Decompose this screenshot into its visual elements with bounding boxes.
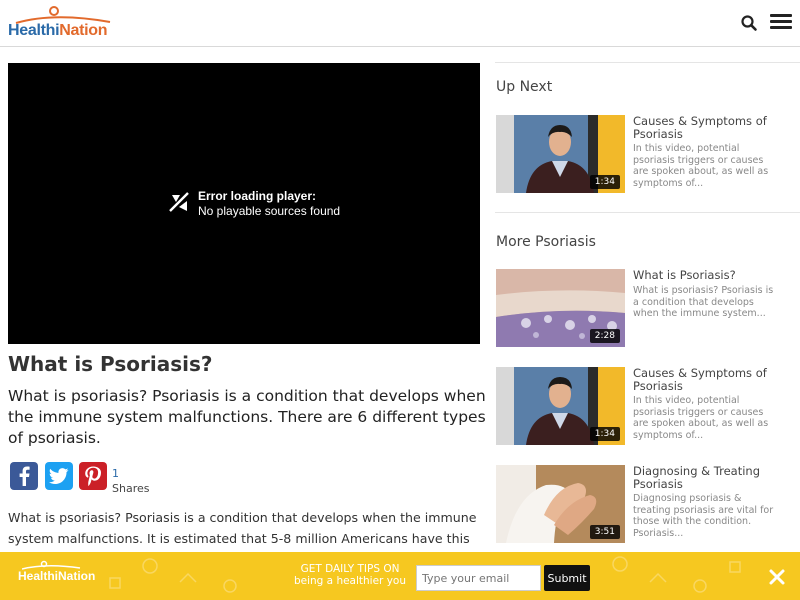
logo-text-part1: Healthi <box>8 22 60 39</box>
more-video-card[interactable]: 3:51 Diagnosing & Treating Psoriasis Dia… <box>496 465 796 543</box>
card-title[interactable]: Diagnosing & Treating Psoriasis <box>633 465 793 491</box>
newsletter-banner: HealthiNation GET DAILY TIPS ON being a … <box>0 552 800 600</box>
banner-tagline-line1: GET DAILY TIPS ON <box>300 563 400 575</box>
close-icon[interactable] <box>768 568 786 586</box>
player-error-title: Error loading player: <box>198 189 317 203</box>
share-label: Shares <box>112 482 150 495</box>
article-title: What is Psoriasis? <box>8 352 213 376</box>
twitter-icon <box>49 468 69 484</box>
submit-button[interactable]: Submit <box>544 565 590 591</box>
video-duration: 3:51 <box>589 525 620 539</box>
sidebar-divider <box>495 212 800 213</box>
card-description: In this video, potential psoriasis trigg… <box>633 395 769 441</box>
facebook-share-button[interactable] <box>10 462 38 490</box>
menu-bar <box>770 26 792 29</box>
banner-tagline-line2: being a healthier you <box>293 575 407 587</box>
video-player[interactable]: Error loading player: No playable source… <box>8 63 480 344</box>
menu-bar <box>770 20 792 23</box>
twitter-share-button[interactable] <box>45 462 73 490</box>
email-input[interactable] <box>416 565 541 591</box>
banner-tagline: GET DAILY TIPS ON being a healthier you <box>290 563 410 587</box>
logo-text: HealthiNation <box>8 22 108 40</box>
video-duration: 1:34 <box>589 175 620 189</box>
banner-logo: HealthiNation <box>18 569 96 583</box>
more-video-card[interactable]: 2:28 What is Psoriasis? What is psoriasi… <box>496 269 796 347</box>
up-next-heading: Up Next <box>496 79 553 95</box>
video-thumbnail: 2:28 <box>496 269 625 347</box>
video-thumbnail: 1:34 <box>496 367 625 445</box>
card-title[interactable]: Causes & Symptoms of Psoriasis <box>633 367 793 393</box>
article-summary: What is psoriasis? Psoriasis is a condit… <box>8 387 486 447</box>
broken-media-icon <box>169 192 189 212</box>
card-description: What is psoriasis? Psoriasis is a condit… <box>633 285 774 319</box>
video-thumbnail: 3:51 <box>496 465 625 543</box>
player-error-message: No playable sources found <box>198 204 341 218</box>
logo-text-part2: Nation <box>59 22 108 39</box>
more-psoriasis-heading: More Psoriasis <box>496 234 596 250</box>
up-next-card[interactable]: 1:34 Causes & Symptoms of Psoriasis In t… <box>496 115 796 193</box>
hamburger-menu-icon[interactable] <box>770 14 792 32</box>
video-duration: 1:34 <box>589 427 620 441</box>
site-logo[interactable]: HealthiNation <box>8 6 118 42</box>
share-count: 1 <box>112 467 119 480</box>
card-description: Diagnosing psoriasis & treating psoriasi… <box>633 493 774 539</box>
facebook-icon <box>19 466 30 486</box>
video-duration: 2:28 <box>589 329 620 343</box>
search-icon[interactable] <box>740 14 758 32</box>
site-header: HealthiNation <box>0 0 800 47</box>
menu-bar <box>770 14 792 17</box>
card-description: In this video, potential psoriasis trigg… <box>633 143 769 189</box>
sidebar-divider <box>495 62 800 63</box>
video-thumbnail: 1:34 <box>496 115 625 193</box>
pinterest-share-button[interactable] <box>79 462 107 490</box>
more-video-card[interactable]: 1:34 Causes & Symptoms of Psoriasis In t… <box>496 367 796 445</box>
card-title[interactable]: Causes & Symptoms of Psoriasis <box>633 115 793 141</box>
card-title[interactable]: What is Psoriasis? <box>633 269 793 282</box>
pinterest-icon <box>85 466 101 486</box>
